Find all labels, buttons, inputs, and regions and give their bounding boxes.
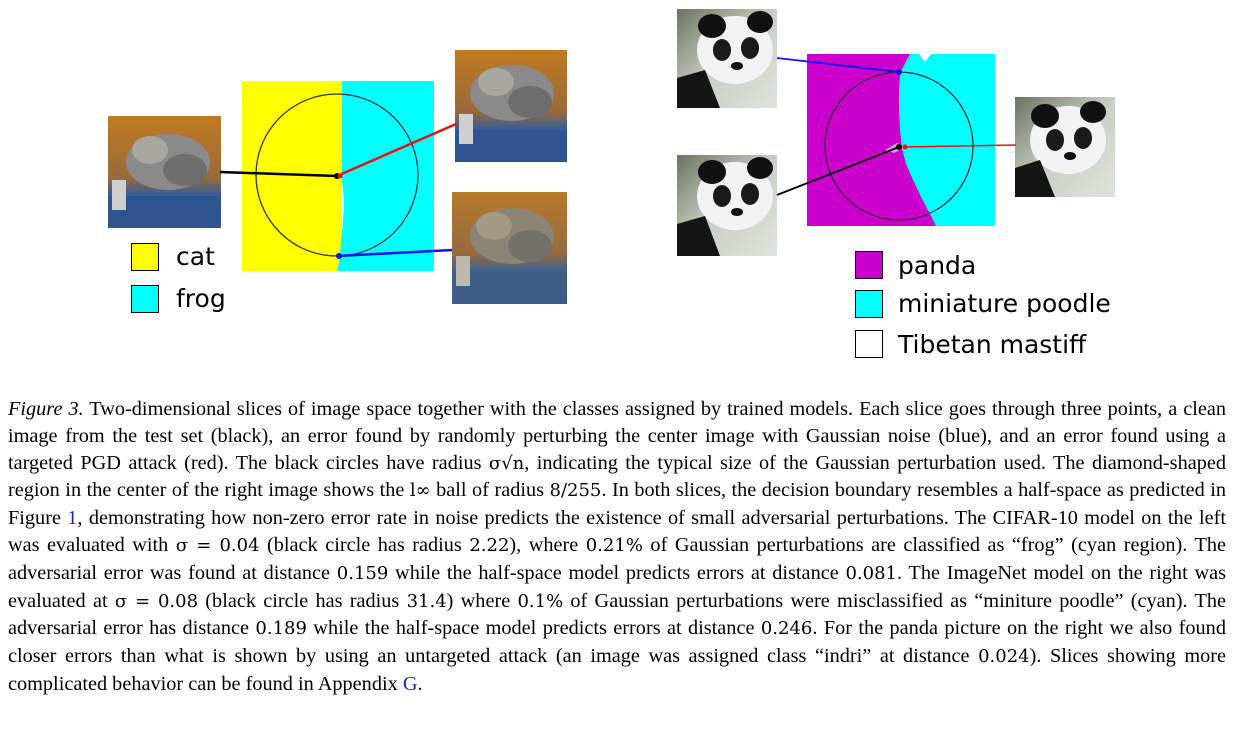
- legend-swatch-cat: [131, 243, 159, 271]
- legend-swatch-frog: [131, 285, 159, 313]
- legend-swatch-tibetan-mastiff: [855, 330, 883, 358]
- caption-math: 0.081: [845, 562, 897, 584]
- legend-swatch-miniature-poodle: [855, 290, 883, 318]
- legend-label-tibetan-mastiff: Tibetan mastiff: [898, 330, 1087, 359]
- figure-caption: Figure 3. Two-dimensional slices of imag…: [8, 396, 1226, 698]
- panda-clean-image: [677, 155, 777, 256]
- pgd-adversarial-image: [455, 50, 567, 162]
- caption-math: σ√n: [488, 452, 525, 474]
- appendix-g-link[interactable]: G: [403, 673, 418, 695]
- legend-label-panda: panda: [898, 251, 977, 280]
- caption-text: while the half-space model predicts erro…: [388, 561, 846, 584]
- caption-text: ball of radius: [430, 479, 550, 502]
- figure-label: Figure 3.: [8, 398, 84, 420]
- caption-math: 0.024: [978, 646, 1030, 668]
- pgd-point: [337, 173, 343, 179]
- caption-math: 0.1%: [517, 590, 564, 612]
- clean-cat-image: [108, 116, 221, 228]
- caption-math: 0.21%: [585, 534, 643, 556]
- caption-math: 0.189: [255, 618, 307, 640]
- legend-label-miniature-poodle: miniature poodle: [898, 289, 1111, 318]
- figure-3: cat frog panda miniature poodle Tibetan …: [0, 0, 1233, 380]
- figure-graphic: [108, 9, 1115, 304]
- legend-label-frog: frog: [176, 284, 226, 313]
- legend-swatch-panda: [855, 251, 883, 279]
- caption-text: (black circle has radius: [259, 533, 470, 556]
- panda-pgd-point: [902, 144, 908, 150]
- caption-math: σ = 0.08: [114, 590, 199, 612]
- caption-text: while the half-space model predicts erro…: [306, 617, 761, 640]
- gaussian-point: [336, 253, 342, 259]
- panda-pgd-adversarial-image: [1015, 97, 1115, 197]
- caption-math: 0.246: [760, 618, 813, 640]
- panda-gaussian-error-image: [677, 9, 777, 108]
- caption-math: 0.159: [336, 562, 389, 584]
- caption-math: l∞: [409, 480, 431, 502]
- caption-text: (black circle has radius: [198, 589, 407, 612]
- legend-label-cat: cat: [176, 242, 215, 271]
- caption-math: 31.4: [406, 590, 447, 612]
- caption-text: .: [417, 672, 423, 695]
- caption-math: 2.22: [469, 534, 510, 556]
- gaussian-error-image: [452, 192, 567, 304]
- imagenet-decision-slice: [807, 54, 995, 226]
- caption-math: 8/255: [549, 480, 602, 502]
- panda-clean-point: [896, 144, 902, 150]
- panda-gaussian-point: [896, 69, 902, 75]
- caption-text: ) where: [446, 589, 518, 612]
- caption-math: σ = 0.04: [175, 534, 260, 556]
- figure-1-link[interactable]: 1: [67, 507, 77, 529]
- caption-text: ), where: [509, 533, 586, 556]
